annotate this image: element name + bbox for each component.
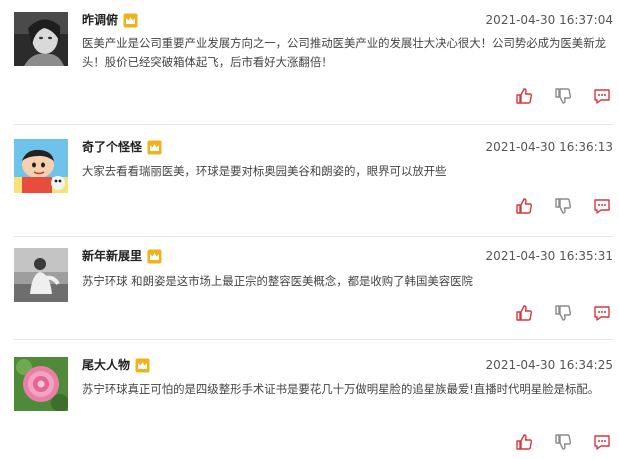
comment-icon[interactable]	[591, 432, 613, 452]
username[interactable]: 昨调俯	[82, 12, 118, 28]
avatar-photo-image	[14, 248, 68, 302]
comment-text: 苏宁环球真正可怕的是四级整形手术证书是要花几十万做明星脸的追星族最爱!直播时代明…	[82, 382, 600, 396]
timestamp: 2021-04-30 16:35:31	[485, 249, 613, 263]
avatar[interactable]	[14, 139, 68, 193]
thumbs-down-icon[interactable]	[552, 86, 574, 106]
comment-text: 医美产业是公司重要产业发展方向之一，公司推动医美产业的发展壮大决心很大！公司势必…	[82, 36, 606, 69]
crown-icon	[135, 358, 150, 373]
comment-icon[interactable]	[591, 196, 613, 216]
avatar-portrait-image	[14, 12, 68, 66]
comment-item: 尾大人物 2021-04-30 16:34:25 苏宁环球真正可怕的是四级整形手…	[0, 340, 619, 459]
thumbs-down-icon[interactable]	[552, 432, 574, 452]
thumbs-up-icon[interactable]	[513, 303, 535, 323]
thumbs-down-icon[interactable]	[552, 196, 574, 216]
crown-icon	[147, 249, 162, 264]
avatar-cartoon-image	[14, 139, 68, 193]
timestamp: 2021-04-30 16:36:13	[485, 140, 613, 154]
avatar[interactable]	[14, 12, 68, 66]
comment-actions	[496, 432, 613, 452]
timestamp: 2021-04-30 16:37:04	[485, 13, 613, 27]
comment-icon[interactable]	[591, 86, 613, 106]
comment-feed: 昨调俯 2021-04-30 16:37:04 医美产业是公司重要产业发展方向之…	[0, 0, 619, 459]
comment-item: 新年新展里 2021-04-30 16:35:31 苏宁环球 和朗姿是这市场上最…	[0, 237, 619, 339]
username[interactable]: 尾大人物	[82, 357, 130, 373]
comment-text: 大家去看看瑞丽医美，环球是要对标奥园美谷和朗姿的，眼界可以放开些	[82, 164, 447, 178]
comment-icon[interactable]	[591, 303, 613, 323]
comment-text: 苏宁环球 和朗姿是这市场上最正宗的整容医美概念，都是收购了韩国美容医院	[82, 274, 473, 288]
comment-actions	[496, 196, 613, 216]
username[interactable]: 奇了个怪怪	[82, 139, 142, 155]
avatar-flower-image	[14, 357, 68, 411]
comment-actions	[496, 303, 613, 323]
timestamp: 2021-04-30 16:34:25	[485, 358, 613, 372]
thumbs-up-icon[interactable]	[513, 432, 535, 452]
crown-icon	[147, 140, 162, 155]
avatar[interactable]	[14, 357, 68, 411]
thumbs-down-icon[interactable]	[552, 303, 574, 323]
username[interactable]: 新年新展里	[82, 248, 142, 264]
comment-item: 奇了个怪怪 2021-04-30 16:36:13 大家去看看瑞丽医美，环球是要…	[0, 125, 619, 236]
thumbs-up-icon[interactable]	[513, 196, 535, 216]
avatar[interactable]	[14, 248, 68, 302]
comment-actions	[496, 86, 613, 106]
thumbs-up-icon[interactable]	[513, 86, 535, 106]
comment-item: 昨调俯 2021-04-30 16:37:04 医美产业是公司重要产业发展方向之…	[0, 0, 619, 124]
crown-icon	[123, 13, 138, 28]
